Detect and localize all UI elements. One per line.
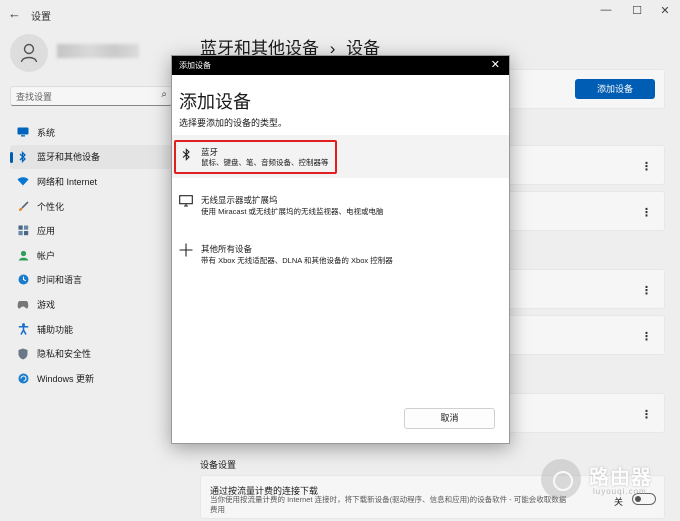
display-icon <box>179 195 193 210</box>
watermark-logo: 路由器 luyouqi.com <box>541 457 677 501</box>
watermark-subtext: luyouqi.com <box>593 487 647 496</box>
settings-window: ← 设置 — ☐ ✕ ⌕ 系统 蓝牙和其他设备 网络和 Internet <box>0 0 680 521</box>
option-title: 无线显示器或扩展坞 <box>201 195 278 205</box>
dialog-title-bar: 添加设备 ✕ <box>172 56 509 75</box>
red-highlight-box <box>174 140 337 174</box>
option-title: 其他所有设备 <box>201 244 253 254</box>
dialog-close-icon[interactable]: ✕ <box>491 58 500 71</box>
dialog-heading: 添加设备 <box>179 92 251 112</box>
option-desc: 使用 Miracast 或无线扩展坞的无线监视器、电视或电脑 <box>201 207 384 216</box>
dialog-subtitle: 选择要添加的设备的类型。 <box>179 118 288 128</box>
plus-icon <box>179 243 193 260</box>
router-logo-icon <box>541 459 581 499</box>
option-other-devices[interactable]: 其他所有设备 带有 Xbox 无线适配器、DLNA 和其他设备的 Xbox 控制… <box>172 238 509 274</box>
option-desc: 带有 Xbox 无线适配器、DLNA 和其他设备的 Xbox 控制器 <box>201 256 393 265</box>
add-device-dialog: 添加设备 ✕ 添加设备 选择要添加的设备的类型。 蓝牙 鼠标、键盘、笔、音频设备… <box>171 55 510 444</box>
option-wireless-display[interactable]: 无线显示器或扩展坞 使用 Miracast 或无线扩展坞的无线监视器、电视或电脑 <box>172 189 509 225</box>
dialog-title: 添加设备 <box>179 61 211 70</box>
watermark-text: 路由器 <box>589 467 652 489</box>
cancel-button[interactable]: 取消 <box>404 408 495 429</box>
